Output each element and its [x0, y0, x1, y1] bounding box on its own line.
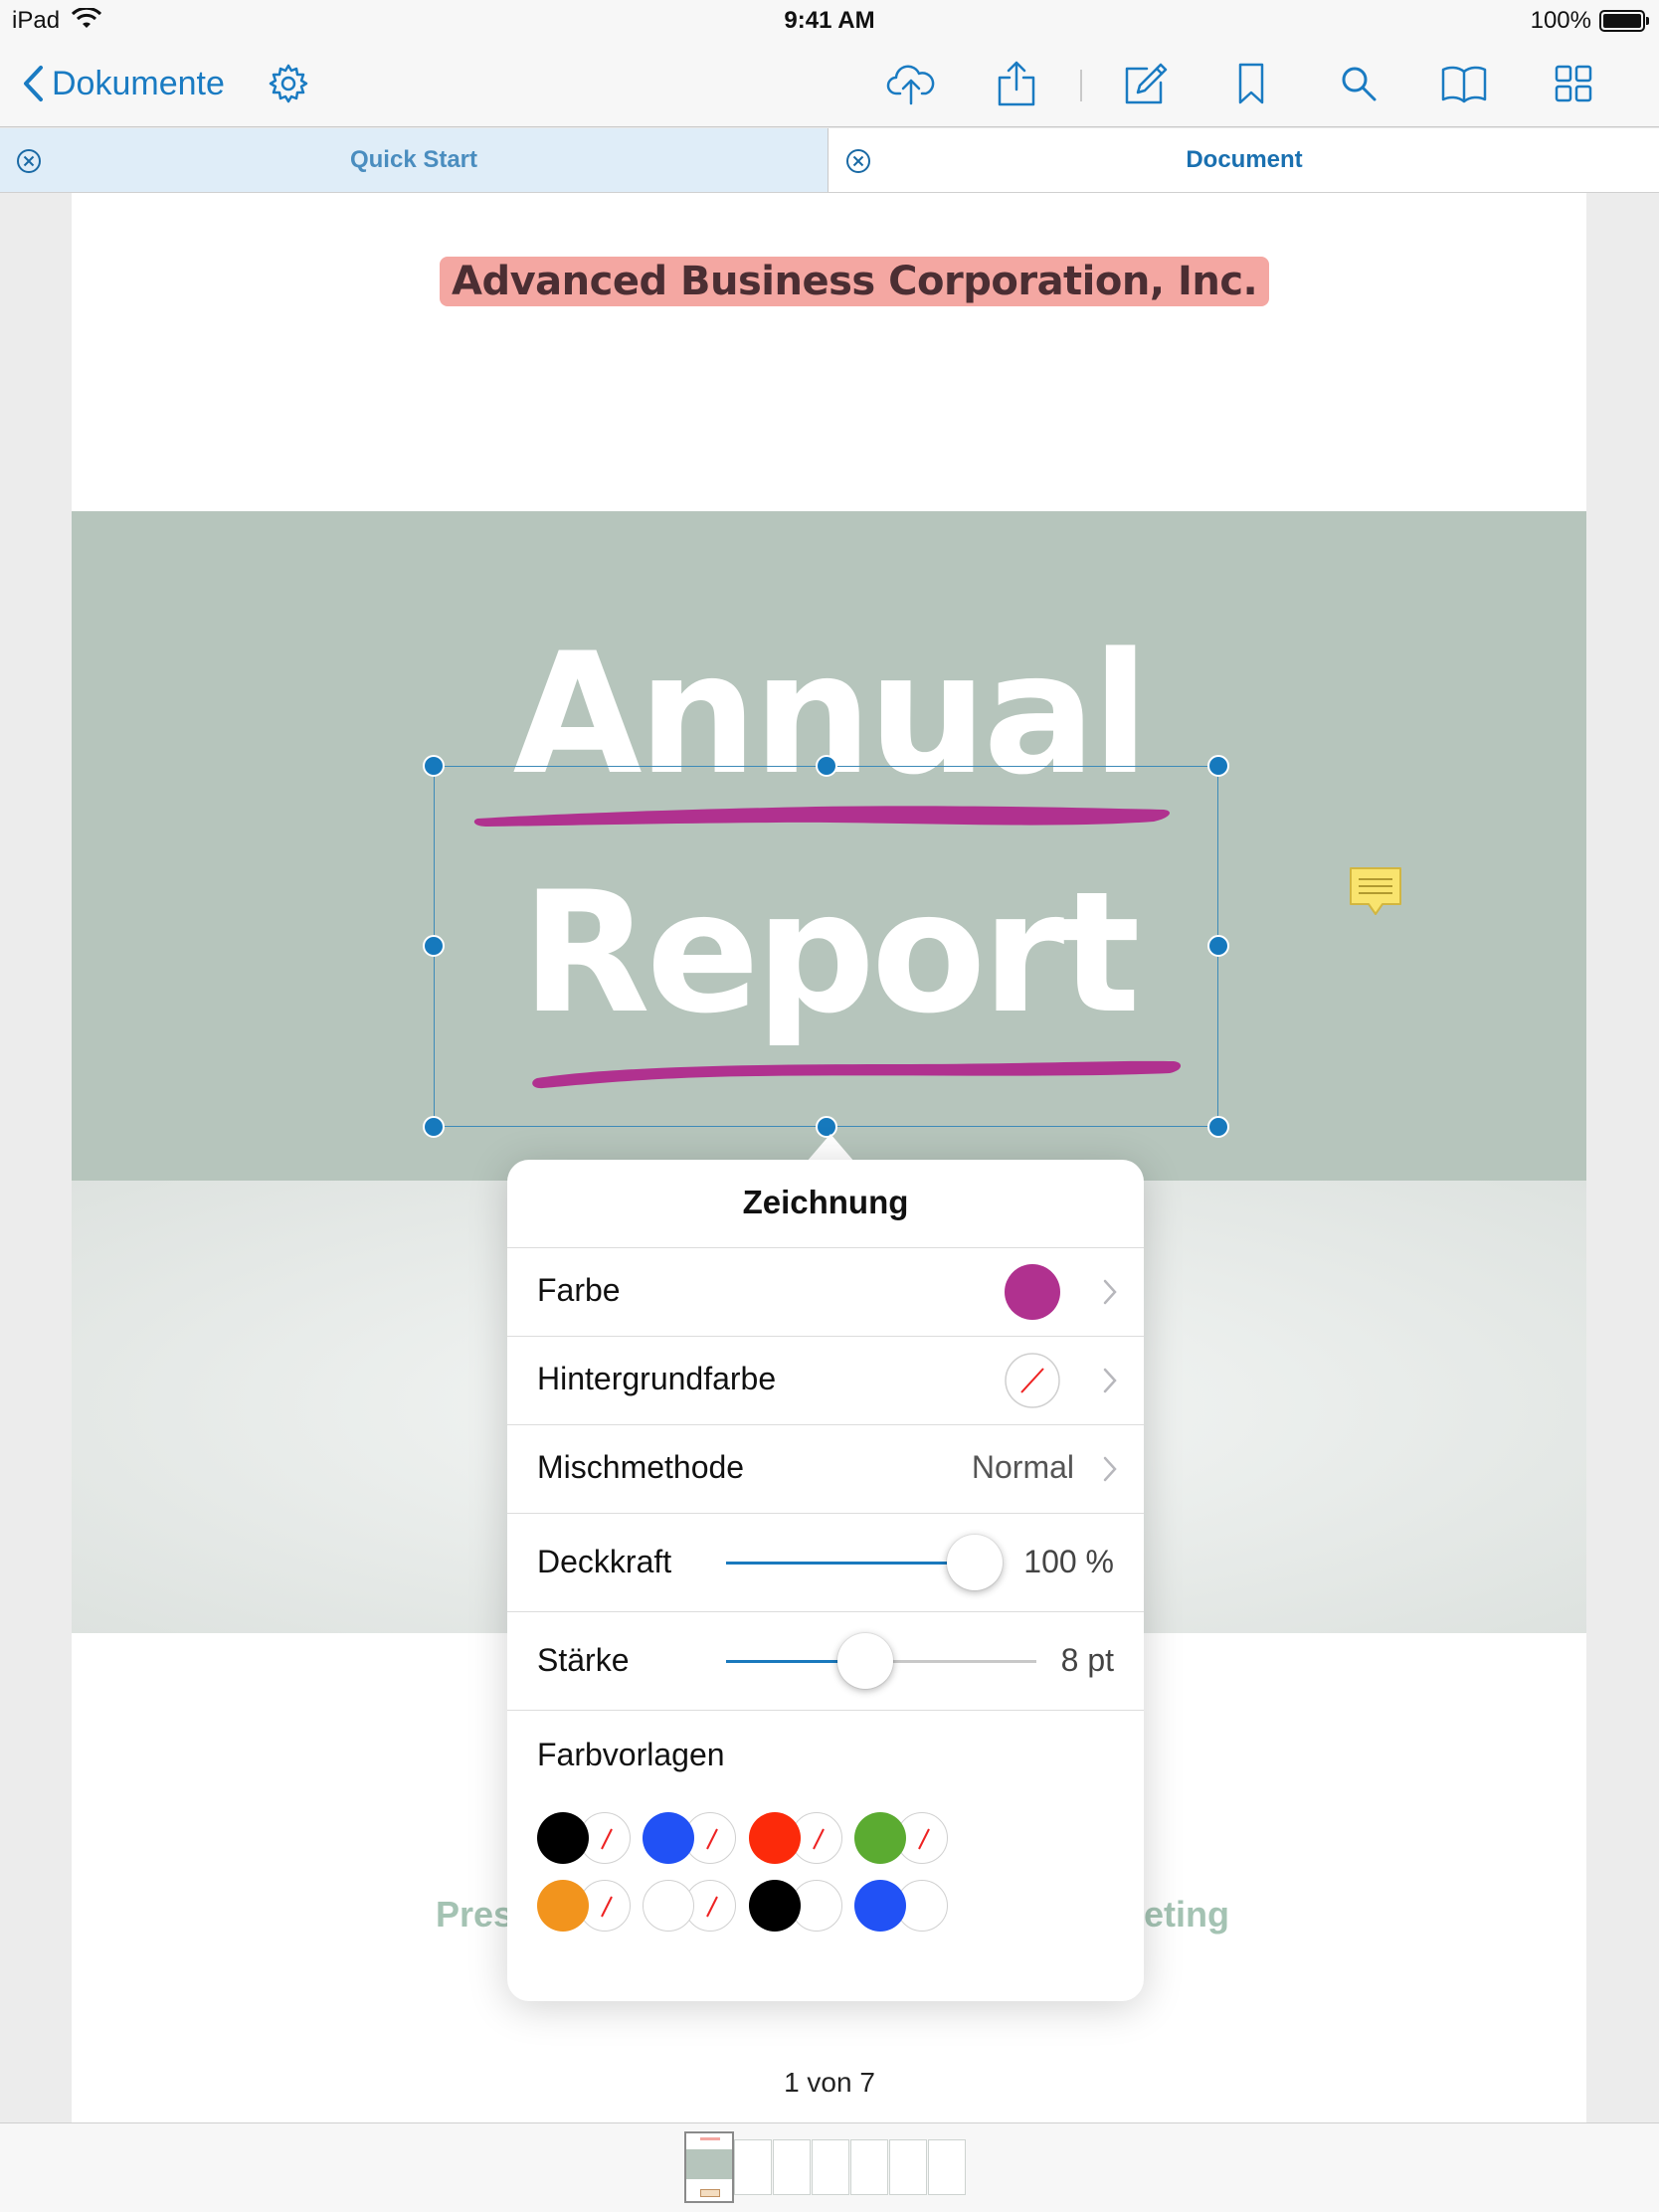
tab-label: Quick Start: [349, 146, 478, 173]
resize-handle-top[interactable]: [816, 755, 837, 777]
book-icon[interactable]: [1438, 58, 1490, 109]
blend-mode-row[interactable]: Mischmethode Normal: [507, 1424, 1144, 1513]
resize-handle-left[interactable]: [423, 935, 445, 957]
blend-mode-value: Normal: [971, 1449, 1074, 1485]
color-preset[interactable]: [537, 1876, 637, 1936]
company-title-highlight[interactable]: Advanced Business Corporation, Inc.: [440, 257, 1270, 306]
preset-foreground-swatch: [537, 1880, 589, 1932]
bookmark-icon[interactable]: [1225, 58, 1277, 109]
thickness-label: Stärke: [537, 1642, 630, 1678]
thickness-slider-thumb[interactable]: [837, 1633, 894, 1689]
preset-foreground-swatch: [643, 1812, 694, 1864]
preset-foreground-swatch: [537, 1812, 589, 1864]
chevron-left-icon: [24, 66, 43, 101]
chevron-right-icon: [1103, 1279, 1117, 1305]
back-label: Dokumente: [52, 64, 225, 102]
resize-handle-top-right[interactable]: [1207, 755, 1229, 777]
opacity-slider-thumb[interactable]: [947, 1535, 1003, 1590]
tab-document[interactable]: Document: [830, 128, 1659, 192]
page-thumbnail[interactable]: [684, 2131, 734, 2203]
chevron-right-icon: [1103, 1456, 1117, 1482]
clock: 9:41 AM: [784, 7, 875, 34]
color-label: Farbe: [537, 1272, 621, 1308]
color-preset[interactable]: [749, 1808, 848, 1868]
thickness-value: 8 pt: [1060, 1642, 1114, 1678]
color-preset[interactable]: [854, 1876, 954, 1936]
cloud-upload-icon[interactable]: [885, 58, 937, 109]
popover-title: Zeichnung: [742, 1184, 909, 1220]
opacity-row: Deckkraft 100 %: [507, 1513, 1144, 1611]
preset-foreground-swatch: [643, 1880, 694, 1932]
battery-percent: 100%: [1530, 7, 1591, 34]
color-preset[interactable]: [749, 1876, 848, 1936]
resize-handle-right[interactable]: [1207, 935, 1229, 957]
blend-mode-label: Mischmethode: [537, 1449, 745, 1485]
tab-label: Document: [1186, 146, 1303, 173]
faded-text-left: Pres: [436, 1894, 514, 1935]
status-bar: iPad 9:41 AM 100%: [0, 0, 1659, 40]
close-icon[interactable]: [845, 148, 871, 174]
faded-text-right: eting: [1144, 1894, 1229, 1935]
no-color-swatch-icon[interactable]: [1005, 1353, 1060, 1408]
back-button[interactable]: Dokumente: [22, 60, 225, 107]
color-preset[interactable]: [854, 1808, 954, 1868]
toolbar-separator: [1080, 70, 1082, 101]
preset-foreground-swatch: [749, 1880, 801, 1932]
background-color-row[interactable]: Hintergrundfarbe: [507, 1336, 1144, 1424]
page-thumbnail[interactable]: [812, 2139, 849, 2195]
color-row[interactable]: Farbe: [507, 1247, 1144, 1336]
thickness-row: Stärke 8 pt: [507, 1611, 1144, 1710]
selection-box[interactable]: [434, 766, 1218, 1127]
document-tabs: Quick Start Document: [0, 128, 1659, 193]
close-icon[interactable]: [16, 148, 42, 174]
opacity-slider-fill: [726, 1562, 975, 1565]
battery-icon: [1599, 10, 1649, 32]
color-preset[interactable]: [537, 1808, 637, 1868]
popover-arrow: [807, 1134, 854, 1162]
page-thumbnail[interactable]: [889, 2139, 927, 2195]
navigation-bar: Dokumente: [0, 40, 1659, 127]
edit-icon[interactable]: [1120, 58, 1172, 109]
gear-icon[interactable]: [263, 58, 314, 109]
tab-quick-start[interactable]: Quick Start: [0, 128, 829, 192]
drawing-properties-popover: Zeichnung Farbe Hintergrundfarbe Mischme…: [507, 1160, 1144, 2001]
resize-handle-top-left[interactable]: [423, 755, 445, 777]
background-color-label: Hintergrundfarbe: [537, 1361, 777, 1396]
preset-foreground-swatch: [854, 1880, 906, 1932]
chevron-right-icon: [1103, 1368, 1117, 1393]
grid-icon[interactable]: [1548, 58, 1599, 109]
page-thumbnail[interactable]: [773, 2139, 811, 2195]
preset-foreground-swatch: [749, 1812, 801, 1864]
note-icon[interactable]: [1349, 866, 1402, 918]
page-thumbnail[interactable]: [734, 2139, 772, 2195]
color-presets-label: Farbvorlagen: [537, 1737, 725, 1772]
opacity-label: Deckkraft: [537, 1544, 672, 1579]
page-thumbnail[interactable]: [850, 2139, 888, 2195]
resize-handle-bottom-right[interactable]: [1207, 1116, 1229, 1138]
share-icon[interactable]: [991, 58, 1042, 109]
search-icon[interactable]: [1333, 58, 1384, 109]
opacity-value: 100 %: [1023, 1544, 1114, 1579]
page-counter: 1 von 7: [784, 2067, 875, 2098]
thumbnail-bar: [0, 2122, 1659, 2212]
color-presets-section: Farbvorlagen: [507, 1710, 1144, 2001]
color-preset[interactable]: [643, 1876, 742, 1936]
color-preset[interactable]: [643, 1808, 742, 1868]
preset-foreground-swatch: [854, 1812, 906, 1864]
page-thumbnail[interactable]: [928, 2139, 966, 2195]
resize-handle-bottom-left[interactable]: [423, 1116, 445, 1138]
color-swatch[interactable]: [1005, 1264, 1060, 1320]
